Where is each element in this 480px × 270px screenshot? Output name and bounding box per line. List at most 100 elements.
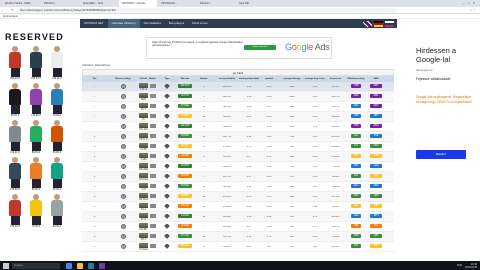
ad-product-item[interactable]: 49,99 zł bbox=[48, 194, 66, 228]
model-head bbox=[12, 194, 18, 200]
column-header[interactable]: Nation bbox=[148, 76, 157, 82]
flag-ru-icon[interactable] bbox=[385, 20, 394, 27]
table-row[interactable]: 7 Obj. 416 ST 100.00% 2 50.00% 1.50 2.50 1358 1.… bbox=[82, 122, 394, 132]
language-indicator[interactable]: HUN bbox=[457, 264, 462, 267]
type-cell bbox=[157, 144, 177, 149]
nav-item[interactable]: Clan statistics bbox=[140, 19, 165, 28]
reload-icon[interactable]: ↻ bbox=[10, 8, 15, 12]
extensions-icon[interactable]: ☆ ⋮ bbox=[469, 8, 476, 12]
browser-tab[interactable]: QuizzyBox - Tech bbox=[80, 0, 118, 7]
destroyed-cell: 0.75 bbox=[246, 145, 252, 148]
column-header[interactable]: Type bbox=[157, 76, 177, 82]
column-header[interactable]: Mastery badge bbox=[107, 76, 139, 82]
column-header[interactable]: survived battles bbox=[215, 76, 239, 82]
nav-item[interactable]: WOTINFO.NET bbox=[80, 19, 108, 28]
model-legs bbox=[31, 215, 41, 225]
app-icon[interactable] bbox=[99, 262, 105, 269]
browser-tab[interactable]: WOTINFO - Vehicle... bbox=[119, 0, 157, 7]
vehicle-class-icon bbox=[164, 144, 170, 149]
ad-product-item[interactable]: 79,99 zł bbox=[48, 83, 66, 117]
app-icon[interactable] bbox=[88, 262, 94, 269]
windows-start-icon[interactable] bbox=[3, 262, 9, 269]
ad-product-item[interactable]: 79,99 zł bbox=[27, 194, 45, 228]
column-header[interactable]: Win rate bbox=[177, 76, 193, 82]
column-header[interactable]: Battles bbox=[193, 76, 215, 82]
table-row[interactable]: 7 KV-3 57.89% 19 42.11% 1.05 0.47 1621 1.39 79.07… bbox=[82, 102, 394, 112]
browser-tab[interactable]: World of Tanks - WWII bbox=[2, 0, 40, 7]
url-input[interactable]: Nem biztonságos | wotinfo.net/en/efficie… bbox=[17, 7, 397, 13]
ad-product-item[interactable]: 89,99 zł bbox=[27, 120, 45, 154]
table-row[interactable]: 3 BT-7 57.14% 14 35.71% 1.14 1.79 187 1.26 71.20%… bbox=[82, 232, 394, 242]
nav-item[interactable]: Best players bbox=[165, 19, 188, 28]
model-head bbox=[12, 157, 18, 163]
table-row[interactable]: 6 PZ IV H 53.85% 13 30.77% 0.92 1.46 798 1.41 84.… bbox=[82, 132, 394, 142]
product-price: 119,99 zł bbox=[10, 151, 20, 154]
table-row[interactable]: 5 T-34 55.56% 18 38.89% 1.11 1.28 512 1.37 76.90%… bbox=[82, 182, 394, 192]
left-banner-ad[interactable]: RESERVED 199,99 zł 159,99 zł 129,99 zł 99,9… bbox=[0, 22, 70, 262]
table-row[interactable]: 7 IS 50.00% 10 30.00% 0.80 0.60 1414 1.06 80.44% 1… bbox=[82, 112, 394, 122]
ad-product-item[interactable]: 99,99 zł bbox=[48, 157, 66, 191]
table-row[interactable]: 6 Cromwell 42.86% 7 28.57% 0.57 2.86 571 0.88 79.… bbox=[82, 172, 394, 182]
table-row[interactable]: 6 T-150 44.44% 9 33.33% 0.67 0.56 842 0.91 81.34%… bbox=[82, 152, 394, 162]
explorer-app-icon[interactable] bbox=[77, 262, 83, 269]
table-row[interactable]: 6 M4A3E8 60.00% 5 40.00% 1.20 2.20 731 1.53 77.03… bbox=[82, 162, 394, 172]
winrate-badge: 100.00% bbox=[178, 84, 192, 88]
right-google-ad[interactable]: Hirdessen a Google-lal ads.google.com Fe… bbox=[410, 37, 474, 167]
ad-product-item[interactable]: 119,99 zł bbox=[6, 120, 24, 154]
battles-cell: 12 bbox=[202, 195, 206, 198]
browser-tab[interactable]: PROGO.t. bbox=[41, 0, 79, 7]
table-row[interactable]: 6 KV-85 50.00% 4 25.00% 0.75 1.00 769 1.02 82.22%… bbox=[82, 142, 394, 152]
column-header[interactable]: Efficiency rating bbox=[346, 76, 366, 82]
winrate-cell: 46.15% bbox=[177, 204, 193, 209]
ad-close-icon[interactable]: ⓘ✕ bbox=[325, 39, 329, 43]
column-header[interactable]: destroyed per battle bbox=[239, 76, 259, 82]
vehicle-class-icon bbox=[164, 214, 170, 219]
efficiency-cell: 788 bbox=[346, 224, 366, 229]
table-row[interactable]: 2 T2 Medium 50.00% 6 33.33% 0.83 1.17 118 1.05 68… bbox=[82, 242, 394, 252]
column-header[interactable]: average damage bbox=[279, 76, 305, 82]
window-controls[interactable]: –□✕ bbox=[463, 1, 478, 5]
vehicle-cell: KV-3 bbox=[139, 102, 148, 111]
ad-product-item[interactable]: 199,99 zł bbox=[6, 46, 24, 80]
ad-product-item[interactable]: 69,99 zł bbox=[48, 120, 66, 154]
ad-product-item[interactable]: 59,99 zł bbox=[27, 157, 45, 191]
ad-product-item[interactable]: 159,99 zł bbox=[27, 46, 45, 80]
table-row[interactable]: 4 A13 Mk. II 42.86% 7 14.29% 0.57 2.14 231 0.76 7… bbox=[82, 222, 394, 232]
table-row[interactable]: 7 T-43 mr 100.00% 3 100.00% 1.33 4.00 1513 1.90 9… bbox=[82, 82, 394, 92]
column-header[interactable]: spotted bbox=[259, 76, 279, 82]
ad-product-item[interactable]: 129,99 zł bbox=[6, 157, 24, 191]
flag-en-icon[interactable] bbox=[363, 20, 372, 27]
table-row[interactable]: 7 M26 66.67% 3 66.67% 1.33 2.33 1428 1.65 86.87% 1… bbox=[82, 92, 394, 102]
table-row[interactable]: 4 Pz III 63.64% 11 45.45% 1.36 1.64 356 1.72 88.1… bbox=[82, 212, 394, 222]
winrate-badge: 57.14% bbox=[178, 234, 192, 238]
google-ads-banner[interactable]: Adjon Önnek egy 15 000 Ft-os kupont, a m… bbox=[146, 37, 332, 59]
taskbar-search-input[interactable]: Keresés bbox=[12, 262, 60, 269]
spotted-cell: 2.20 bbox=[266, 165, 272, 168]
table-row[interactable]: 5 KV-1 46.15% 13 23.08% 0.69 0.38 466 0.94 78.56%… bbox=[82, 202, 394, 212]
ad-product-item[interactable]: 139,99 zł bbox=[6, 194, 24, 228]
flag-de-icon[interactable] bbox=[374, 20, 383, 27]
coupon-button[interactable]: Kupon lekérése bbox=[244, 45, 276, 50]
column-header[interactable]: WN8 bbox=[366, 76, 386, 82]
nav-item[interactable]: Calculate efficiency bbox=[107, 19, 140, 28]
browser-tab[interactable]: PR PROGO... bbox=[158, 0, 196, 7]
nav-item[interactable]: Mods corner bbox=[188, 19, 212, 28]
hit-percent-cell: 96.52% bbox=[331, 85, 340, 88]
column-header[interactable]: Vehicle bbox=[139, 76, 148, 82]
go-back-button[interactable]: go back bbox=[82, 69, 394, 76]
clock[interactable]: 22:18 2019.02.08 bbox=[465, 263, 477, 269]
column-header[interactable]: Tier bbox=[82, 76, 107, 82]
browser-tab[interactable]: Random... bbox=[197, 0, 235, 7]
ad-product-item[interactable]: 99,99 zł bbox=[6, 83, 24, 117]
ad-go-button[interactable]: MEHET bbox=[416, 150, 466, 159]
ad-product-item[interactable]: 149,99 zł bbox=[27, 83, 45, 117]
chrome-app-icon[interactable] bbox=[66, 262, 72, 269]
vehicle-cell: Obj. 416 ST bbox=[139, 122, 148, 131]
spotted-cell: 1.17 bbox=[266, 245, 272, 248]
table-row[interactable]: 5 M4 Sherman 50.00% 12 25.00% 0.83 1.25 488 1.10… bbox=[82, 192, 394, 202]
column-header[interactable]: average dmg / received bbox=[305, 76, 325, 82]
ad-product-item[interactable]: 129,99 zł bbox=[48, 46, 66, 80]
browser-tab[interactable]: New Tab bbox=[236, 0, 274, 7]
column-header[interactable]: hit percent bbox=[325, 76, 346, 82]
ad-body-text: Google Ads segítségével. Regisztráljon é… bbox=[416, 95, 472, 104]
